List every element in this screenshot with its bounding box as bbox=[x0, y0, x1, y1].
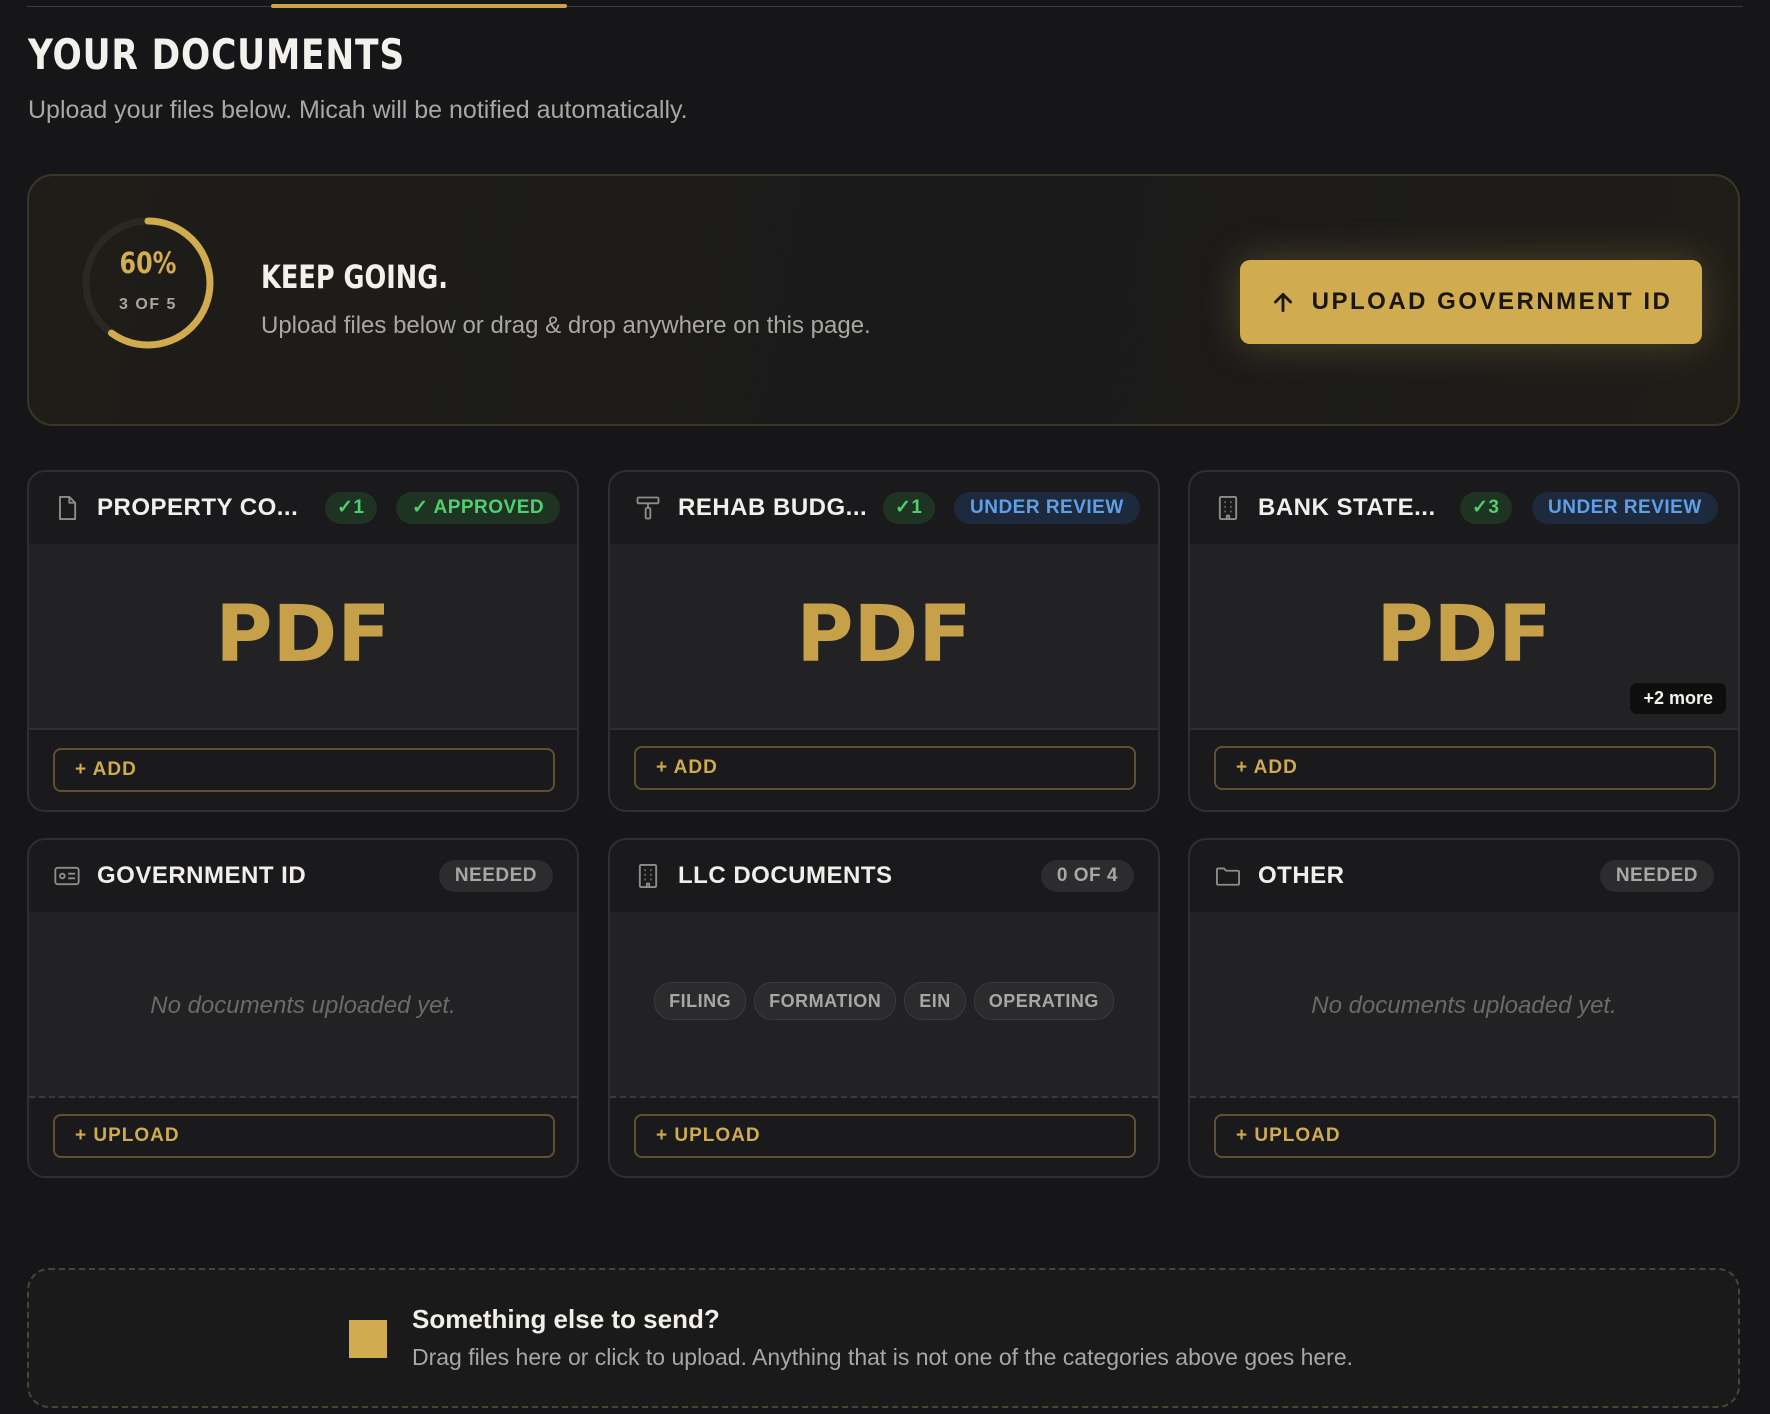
tag-operating: OPERATING bbox=[973, 982, 1114, 1020]
page-title: YOUR DOCUMENTS bbox=[28, 30, 405, 79]
file-icon bbox=[53, 494, 81, 522]
card-preview[interactable]: PDF +2 more bbox=[1190, 544, 1738, 730]
card-bank-statements: BANK STATE... ✓3 UNDER REVIEW PDF +2 mor… bbox=[1188, 470, 1740, 812]
top-divider bbox=[27, 4, 1743, 8]
upload-button[interactable]: + UPLOAD bbox=[1214, 1114, 1716, 1158]
tag-filing: FILING bbox=[654, 982, 747, 1020]
card-header: LLC DOCUMENTS 0 OF 4 bbox=[610, 840, 1158, 912]
pdf-preview-label: PDF bbox=[1376, 590, 1552, 680]
progress-subtitle: Upload files below or drag & drop anywhe… bbox=[261, 312, 871, 339]
card-llc-documents: LLC DOCUMENTS 0 OF 4 FILING FORMATION EI… bbox=[608, 838, 1160, 1178]
card-title: BANK STATE... bbox=[1258, 494, 1436, 521]
file-count-badge: ✓3 bbox=[1460, 492, 1512, 524]
upload-square-icon bbox=[349, 1320, 387, 1358]
dropzone-subtitle: Drag files here or click to upload. Anyt… bbox=[412, 1344, 1354, 1370]
card-header: GOVERNMENT ID NEEDED bbox=[29, 840, 577, 912]
pdf-preview-label: PDF bbox=[796, 590, 972, 680]
tag-formation: FORMATION bbox=[754, 982, 897, 1020]
progress-count: 3 OF 5 bbox=[119, 296, 177, 313]
id-card-icon bbox=[53, 862, 81, 890]
more-files-badge[interactable]: +2 more bbox=[1630, 683, 1726, 714]
card-government-id: GOVERNMENT ID NEEDED No documents upload… bbox=[27, 838, 579, 1178]
card-preview[interactable]: PDF bbox=[610, 544, 1158, 730]
card-header: OTHER NEEDED bbox=[1190, 840, 1738, 912]
active-tab-indicator bbox=[271, 4, 567, 8]
card-title: GOVERNMENT ID bbox=[97, 862, 307, 889]
progress-panel: 60% 3 OF 5 KEEP GOING. Upload files belo… bbox=[27, 174, 1740, 426]
status-badge: 0 OF 4 bbox=[1040, 860, 1134, 892]
status-badge: ✓ APPROVED bbox=[396, 492, 561, 524]
card-preview[interactable]: PDF bbox=[29, 544, 577, 730]
building-icon bbox=[1214, 494, 1242, 522]
paint-roller-icon bbox=[634, 494, 662, 522]
add-file-button[interactable]: + ADD bbox=[634, 746, 1136, 790]
card-title: REHAB BUDG... bbox=[678, 494, 868, 521]
building-icon bbox=[634, 862, 662, 890]
required-docs-tags: FILING FORMATION EIN OPERATING bbox=[610, 982, 1158, 1020]
upload-government-id-label: UPLOAD GOVERNMENT ID bbox=[1311, 288, 1673, 315]
folder-icon bbox=[1214, 862, 1242, 890]
status-badge: NEEDED bbox=[438, 860, 553, 892]
card-dropzone[interactable]: No documents uploaded yet. bbox=[29, 912, 577, 1098]
file-count-badge: ✓1 bbox=[883, 492, 935, 524]
add-file-button[interactable]: + ADD bbox=[53, 748, 555, 792]
card-header: BANK STATE... ✓3 UNDER REVIEW bbox=[1190, 472, 1738, 544]
status-badge: NEEDED bbox=[1599, 860, 1714, 892]
upload-government-id-button[interactable]: UPLOAD GOVERNMENT ID bbox=[1240, 260, 1702, 344]
arrow-up-icon bbox=[1273, 293, 1292, 313]
card-header: REHAB BUDG... ✓1 UNDER REVIEW bbox=[610, 472, 1158, 544]
progress-ring bbox=[82, 217, 214, 349]
status-badge: UNDER REVIEW bbox=[1532, 492, 1718, 524]
status-badge: UNDER REVIEW bbox=[954, 492, 1140, 524]
pdf-preview-label: PDF bbox=[215, 590, 391, 680]
card-title: OTHER bbox=[1258, 862, 1345, 889]
file-count-badge: ✓1 bbox=[325, 492, 377, 524]
card-dropzone[interactable]: No documents uploaded yet. bbox=[1190, 912, 1738, 1098]
card-header: PROPERTY CO... ✓1 ✓ APPROVED bbox=[29, 472, 577, 544]
card-dropzone[interactable]: FILING FORMATION EIN OPERATING bbox=[610, 912, 1158, 1098]
card-rehab-budget: REHAB BUDG... ✓1 UNDER REVIEW PDF + ADD bbox=[608, 470, 1160, 812]
card-title: LLC DOCUMENTS bbox=[678, 862, 893, 889]
add-file-button[interactable]: + ADD bbox=[1214, 746, 1716, 790]
empty-state-text: No documents uploaded yet. bbox=[1311, 992, 1617, 1019]
progress-percent: 60% bbox=[119, 246, 177, 280]
dropzone-title: Something else to send? bbox=[412, 1304, 720, 1334]
card-title: PROPERTY CO... bbox=[97, 494, 299, 521]
upload-button[interactable]: + UPLOAD bbox=[634, 1114, 1136, 1158]
tag-ein: EIN bbox=[904, 982, 966, 1020]
empty-state-text: No documents uploaded yet. bbox=[150, 992, 456, 1019]
upload-button[interactable]: + UPLOAD bbox=[53, 1114, 555, 1158]
other-files-dropzone[interactable]: Something else to send? Drag files here … bbox=[27, 1268, 1740, 1408]
progress-title: KEEP GOING. bbox=[261, 258, 448, 296]
card-other: OTHER NEEDED No documents uploaded yet. … bbox=[1188, 838, 1740, 1178]
page-subtitle: Upload your files below. Micah will be n… bbox=[28, 96, 688, 124]
card-property: PROPERTY CO... ✓1 ✓ APPROVED PDF + ADD bbox=[27, 470, 579, 812]
